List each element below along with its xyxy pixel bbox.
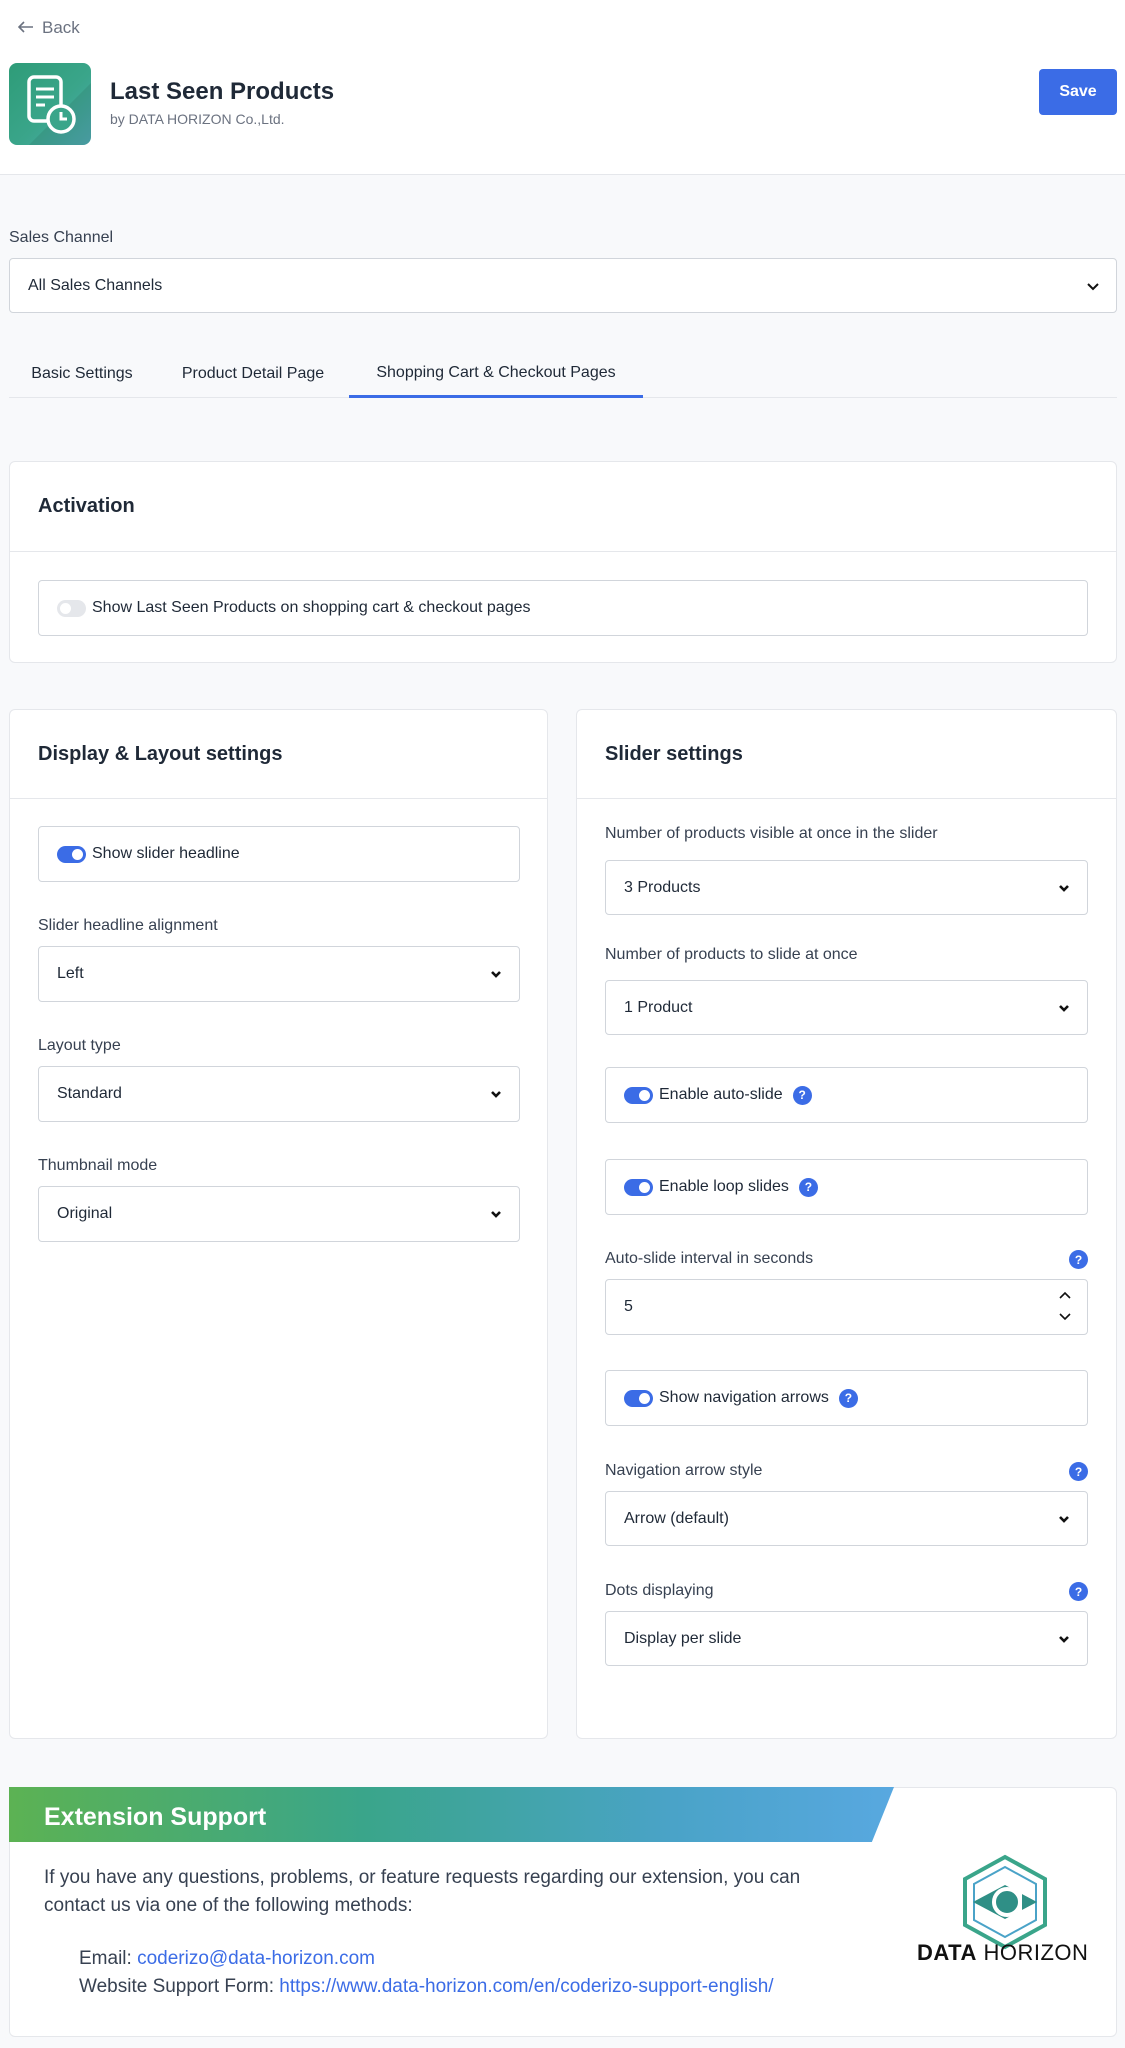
auto-slide-row: Enable auto-slide ? bbox=[605, 1067, 1088, 1123]
save-button[interactable]: Save bbox=[1039, 69, 1117, 115]
back-link[interactable]: Back bbox=[17, 18, 80, 38]
layout-type-select[interactable]: Standard bbox=[38, 1066, 520, 1122]
activation-card: Activation Show Last Seen Products on sh… bbox=[9, 461, 1117, 663]
question-icon[interactable]: ? bbox=[1069, 1462, 1088, 1481]
visible-products-value: 3 Products bbox=[624, 878, 701, 896]
activation-title: Activation bbox=[38, 495, 135, 517]
layout-type-label: Layout type bbox=[38, 1037, 121, 1054]
support-email-prefix: Email: bbox=[79, 1948, 132, 1969]
chevron-down-icon bbox=[1059, 1515, 1069, 1523]
interval-label: Auto-slide interval in seconds bbox=[605, 1250, 814, 1267]
dots-value: Display per slide bbox=[624, 1629, 742, 1647]
arrow-style-select[interactable]: Arrow (default) bbox=[605, 1491, 1088, 1546]
question-icon[interactable]: ? bbox=[1069, 1582, 1088, 1601]
stepper-icon[interactable] bbox=[1057, 1286, 1073, 1326]
divider bbox=[10, 798, 547, 799]
document-clock-icon bbox=[27, 75, 91, 145]
chevron-down-icon bbox=[1059, 1004, 1069, 1012]
nav-arrows-row: Show navigation arrows ? bbox=[605, 1370, 1088, 1426]
support-form-prefix: Website Support Form: bbox=[79, 1976, 275, 1997]
activation-toggle[interactable] bbox=[57, 599, 86, 617]
sales-channel-label: Sales Channel bbox=[9, 229, 114, 246]
dots-select[interactable]: Display per slide bbox=[605, 1611, 1088, 1666]
arrow-style-value: Arrow (default) bbox=[624, 1509, 729, 1527]
show-headline-label: Show slider headline bbox=[92, 845, 240, 862]
tab-product-detail-page[interactable]: Product Detail Page bbox=[155, 350, 351, 398]
arrow-left-icon bbox=[17, 18, 34, 38]
chevron-down-icon bbox=[1087, 282, 1099, 290]
support-intro: If you have any questions, problems, or … bbox=[44, 1867, 801, 1916]
thumbnail-mode-label: Thumbnail mode bbox=[38, 1157, 158, 1174]
slide-count-value: 1 Product bbox=[624, 998, 693, 1016]
app-icon bbox=[9, 63, 91, 145]
activation-toggle-row: Show Last Seen Products on shopping cart… bbox=[38, 580, 1088, 636]
divider bbox=[577, 798, 1116, 799]
dots-label: Dots displaying bbox=[605, 1582, 714, 1599]
question-icon[interactable]: ? bbox=[838, 1388, 858, 1408]
alignment-value: Left bbox=[57, 965, 84, 982]
arrow-style-label: Navigation arrow style bbox=[605, 1462, 763, 1479]
slider-settings-title: Slider settings bbox=[605, 743, 743, 765]
chevron-down-icon bbox=[1059, 1635, 1069, 1643]
visible-products-label: Number of products visible at once in th… bbox=[605, 825, 938, 842]
sales-channel-value: All Sales Channels bbox=[28, 276, 163, 294]
thumbnail-mode-value: Original bbox=[57, 1205, 113, 1222]
layout-type-value: Standard bbox=[57, 1085, 122, 1102]
data-horizon-wordmark: DATA HORIZON bbox=[917, 1940, 1089, 1965]
activation-toggle-label: Show Last Seen Products on shopping cart… bbox=[92, 599, 531, 616]
divider bbox=[10, 551, 1116, 552]
tab-shopping-cart-checkout[interactable]: Shopping Cart & Checkout Pages bbox=[349, 350, 643, 398]
nav-arrows-label: Show navigation arrows bbox=[659, 1389, 829, 1406]
alignment-select[interactable]: Left bbox=[38, 946, 520, 1002]
nav-arrows-toggle[interactable] bbox=[624, 1389, 653, 1407]
tab-basic-settings[interactable]: Basic Settings bbox=[9, 350, 155, 398]
app-header: Back Last Seen Products by DATA HORIZON … bbox=[0, 0, 1125, 175]
support-email-line: Email: coderizo@data-horizon.com bbox=[79, 1948, 375, 1970]
question-icon[interactable]: ? bbox=[792, 1085, 812, 1105]
interval-input[interactable]: 5 bbox=[605, 1279, 1088, 1335]
loop-slides-label: Enable loop slides bbox=[659, 1178, 789, 1195]
slider-settings-card: Slider settings Number of products visib… bbox=[576, 709, 1117, 1739]
loop-slides-toggle[interactable] bbox=[624, 1178, 653, 1196]
chevron-down-icon bbox=[491, 1211, 501, 1218]
thumbnail-mode-select[interactable]: Original bbox=[38, 1186, 520, 1242]
interval-value: 5 bbox=[624, 1298, 633, 1315]
support-email-link[interactable]: coderizo@data-horizon.com bbox=[137, 1948, 375, 1969]
chevron-down-icon bbox=[491, 1091, 501, 1098]
auto-slide-toggle[interactable] bbox=[624, 1086, 653, 1104]
auto-slide-label: Enable auto-slide bbox=[659, 1086, 783, 1103]
chevron-down-icon bbox=[491, 971, 501, 978]
support-form-line: Website Support Form: https://www.data-h… bbox=[79, 1976, 774, 1998]
show-headline-row: Show slider headline bbox=[38, 826, 520, 882]
question-icon[interactable]: ? bbox=[1069, 1250, 1088, 1269]
slide-count-select[interactable]: 1 Product bbox=[605, 980, 1088, 1035]
display-layout-title: Display & Layout settings bbox=[38, 743, 283, 765]
chevron-down-icon bbox=[1059, 884, 1069, 892]
loop-slides-row: Enable loop slides ? bbox=[605, 1159, 1088, 1215]
show-headline-toggle[interactable] bbox=[57, 845, 86, 863]
alignment-label: Slider headline alignment bbox=[38, 917, 218, 934]
support-title: Extension Support bbox=[44, 1803, 267, 1831]
display-layout-card: Display & Layout settings Show slider he… bbox=[9, 709, 548, 1739]
visible-products-select[interactable]: 3 Products bbox=[605, 860, 1088, 915]
support-form-link[interactable]: https://www.data-horizon.com/en/coderizo… bbox=[279, 1976, 773, 1997]
question-icon[interactable]: ? bbox=[798, 1177, 818, 1197]
tab-bar: Basic Settings Product Detail Page Shopp… bbox=[9, 350, 1117, 398]
sales-channel-select[interactable]: All Sales Channels bbox=[9, 258, 1117, 313]
back-label: Back bbox=[42, 18, 80, 37]
app-title: Last Seen Products bbox=[110, 78, 335, 105]
slide-count-label: Number of products to slide at once bbox=[605, 946, 858, 963]
app-vendor: by DATA HORIZON Co.,Ltd. bbox=[110, 111, 285, 127]
